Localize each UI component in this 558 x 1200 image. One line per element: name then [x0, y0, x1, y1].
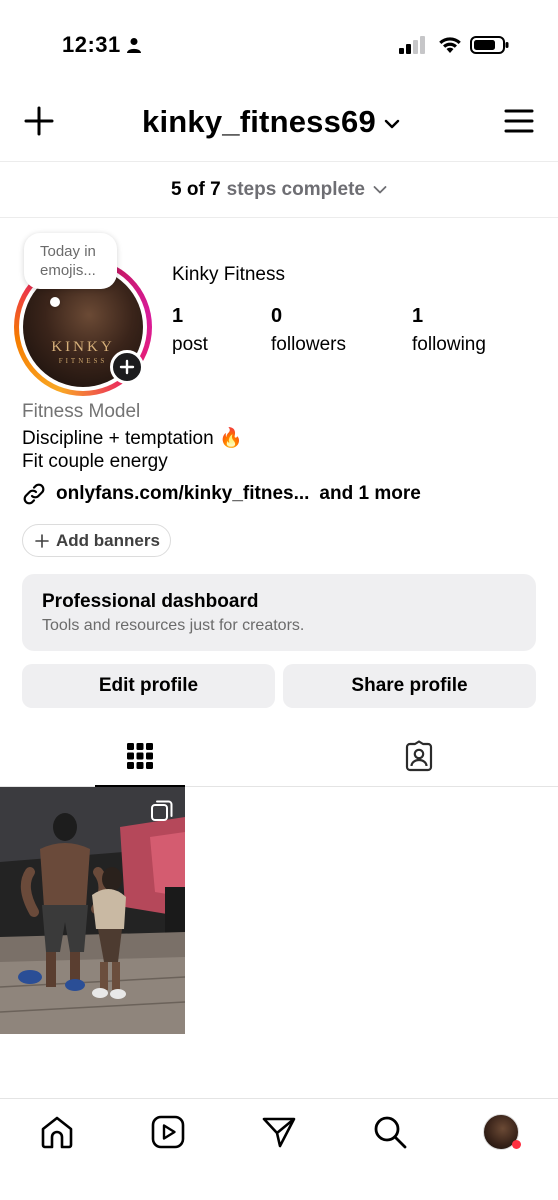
tab-tagged[interactable] [374, 726, 464, 787]
chevron-down-icon [384, 119, 400, 129]
post-image [0, 787, 185, 1034]
share-profile-button[interactable]: Share profile [283, 664, 536, 708]
profile-header: kinky_fitness69 [0, 86, 558, 162]
carousel-icon [151, 800, 173, 821]
stat-label: post [172, 334, 208, 355]
username: kinky_fitness69 [142, 104, 376, 139]
link-more: and 1 more [319, 483, 421, 504]
add-banners-button[interactable]: Add banners [22, 524, 171, 557]
dashboard-subtitle: Tools and resources just for creators. [42, 617, 305, 634]
person-icon [127, 38, 141, 53]
link-icon [23, 483, 45, 505]
post-thumbnail[interactable] [0, 787, 185, 1034]
status-bar: 12:31 [0, 0, 558, 86]
stat-followers[interactable]: 0 followers [271, 304, 346, 358]
dashboard-title: Professional dashboard [42, 591, 259, 612]
stat-following[interactable]: 1 following [412, 304, 486, 358]
note-bubble-tail [50, 297, 60, 307]
add-story-button[interactable] [110, 350, 144, 384]
profile-category: Fitness Model [22, 401, 141, 422]
bottom-nav [0, 1098, 558, 1200]
bio-line: Discipline + temptation 🔥 [22, 428, 243, 449]
search-icon[interactable] [372, 1114, 408, 1150]
edit-profile-button[interactable]: Edit profile [22, 664, 275, 708]
signal-icon [399, 36, 425, 54]
stat-label: followers [271, 334, 346, 355]
bio-line: Fit couple energy [22, 451, 168, 472]
add-banners-label: Add banners [56, 530, 160, 550]
plus-icon [35, 533, 49, 548]
steps-count: 5 of 7 [171, 179, 221, 200]
stat-posts[interactable]: 1 post [172, 304, 208, 358]
home-icon[interactable] [39, 1114, 75, 1150]
status-time: 12:31 [62, 32, 121, 57]
account-switcher[interactable]: kinky_fitness69 [142, 100, 400, 144]
plus-icon [119, 359, 135, 375]
wifi-icon [439, 37, 461, 53]
create-plus-icon[interactable] [22, 104, 56, 138]
stat-value: 0 [271, 305, 283, 327]
display-name: Kinky Fitness [172, 264, 285, 285]
stat-value: 1 [412, 305, 424, 327]
tagged-icon [405, 740, 433, 772]
profile-tabs [0, 726, 558, 787]
tab-posts-grid[interactable] [95, 726, 185, 787]
stat-label: following [412, 334, 486, 355]
profile-link[interactable]: onlyfans.com/kinky_fitnes... and 1 more [22, 482, 421, 506]
notification-dot [512, 1140, 521, 1149]
battery-icon [470, 36, 509, 54]
link-text: onlyfans.com/kinky_fitnes... [56, 483, 310, 504]
steps-label: steps complete [226, 179, 365, 200]
menu-icon[interactable] [502, 104, 536, 138]
note-bubble[interactable]: Today in emojis... [24, 233, 117, 289]
grid-icon [127, 743, 153, 769]
professional-dashboard[interactable]: Professional dashboard Tools and resourc… [22, 574, 536, 651]
reels-icon[interactable] [150, 1114, 186, 1150]
chevron-down-icon [373, 186, 387, 194]
stat-value: 1 [172, 305, 184, 327]
steps-progress[interactable]: 5 of 7 steps complete [0, 163, 558, 218]
messages-icon[interactable] [261, 1114, 297, 1150]
